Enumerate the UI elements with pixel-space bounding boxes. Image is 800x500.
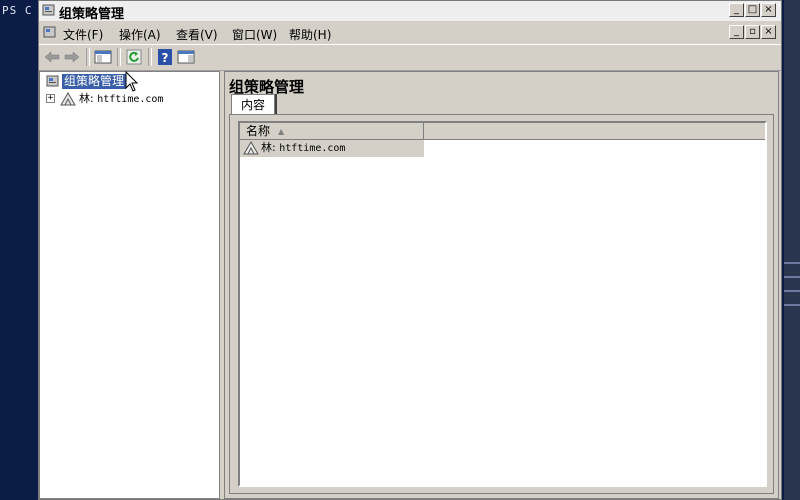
tab-content-area: 名称 ▲ 林: htftime.com	[229, 114, 774, 494]
mouse-cursor-icon	[125, 71, 139, 92]
minimize-button[interactable]: _	[729, 3, 744, 17]
list-header: 名称 ▲	[240, 123, 765, 140]
gpmc-window: 组策略管理 _ □ × 文件(F) 操作(A) 查看(V) 窗口(W) 帮助(H…	[38, 0, 782, 500]
results-pane: 组策略管理 内容 名称 ▲ 林: htftime.com	[224, 71, 779, 499]
tab-contents[interactable]: 内容	[231, 94, 275, 114]
title-bar[interactable]: 组策略管理 _ □ ×	[39, 1, 781, 22]
maximize-button[interactable]: □	[745, 3, 760, 17]
mdi-restore-button[interactable]: ▫	[745, 25, 760, 39]
tree-root-label: 组策略管理	[60, 73, 128, 90]
tree-forest-label: 林: htftime.com	[79, 92, 163, 107]
strip-line	[784, 290, 800, 292]
menu-view[interactable]: 查看(V)	[176, 26, 218, 43]
expand-icon[interactable]: +	[46, 94, 55, 103]
list-item-label: 林: htftime.com	[261, 141, 345, 156]
column-header-label: 名称	[246, 124, 271, 138]
forest-domain: htftime.com	[97, 94, 164, 105]
window-title: 组策略管理	[59, 7, 125, 22]
list-item-prefix: 林:	[261, 141, 276, 154]
gpmc-node-icon	[46, 75, 59, 87]
forward-arrow-icon[interactable]	[63, 49, 81, 65]
mdi-close-button[interactable]: ×	[761, 25, 776, 39]
action-pane-icon[interactable]	[177, 49, 195, 65]
menu-bar: 文件(F) 操作(A) 查看(V) 窗口(W) 帮助(H)	[39, 23, 781, 43]
list-item[interactable]: 林: htftime.com	[240, 140, 424, 157]
refresh-icon[interactable]	[125, 49, 143, 65]
help-icon[interactable]: ?	[156, 49, 174, 65]
show-hide-tree-icon[interactable]	[94, 49, 112, 65]
forest-icon	[60, 92, 76, 106]
list-item-domain: htftime.com	[279, 143, 346, 154]
menu-file[interactable]: 文件(F)	[63, 26, 103, 43]
menu-window[interactable]: 窗口(W)	[232, 26, 277, 43]
back-arrow-icon[interactable]	[43, 49, 61, 65]
tab-edge	[275, 94, 277, 114]
strip-line	[784, 262, 800, 264]
background-window-strip	[784, 0, 800, 500]
forest-prefix: 林:	[79, 92, 94, 105]
column-header-empty[interactable]	[424, 123, 765, 139]
menu-action[interactable]: 操作(A)	[119, 26, 161, 43]
toolbar: ?	[39, 44, 781, 71]
sort-ascending-icon: ▲	[278, 126, 285, 136]
close-button[interactable]: ×	[761, 3, 776, 17]
toolbar-separator	[148, 48, 152, 66]
svg-text:?: ?	[162, 51, 169, 65]
console-tree[interactable]: 组策略管理 + 林: htftime.com	[39, 71, 220, 499]
toolbar-separator	[86, 48, 90, 66]
strip-line	[784, 276, 800, 278]
system-menu-icon[interactable]	[43, 25, 57, 39]
strip-line	[784, 304, 800, 306]
contents-listview[interactable]: 名称 ▲ 林: htftime.com	[238, 121, 767, 487]
toolbar-separator	[117, 48, 121, 66]
forest-icon	[243, 141, 259, 155]
mdi-minimize-button[interactable]: _	[729, 25, 744, 39]
column-header-name[interactable]: 名称 ▲	[240, 123, 424, 139]
menu-help[interactable]: 帮助(H)	[289, 26, 331, 43]
gpmc-app-icon	[42, 4, 55, 16]
terminal-text: PS C	[2, 4, 33, 17]
